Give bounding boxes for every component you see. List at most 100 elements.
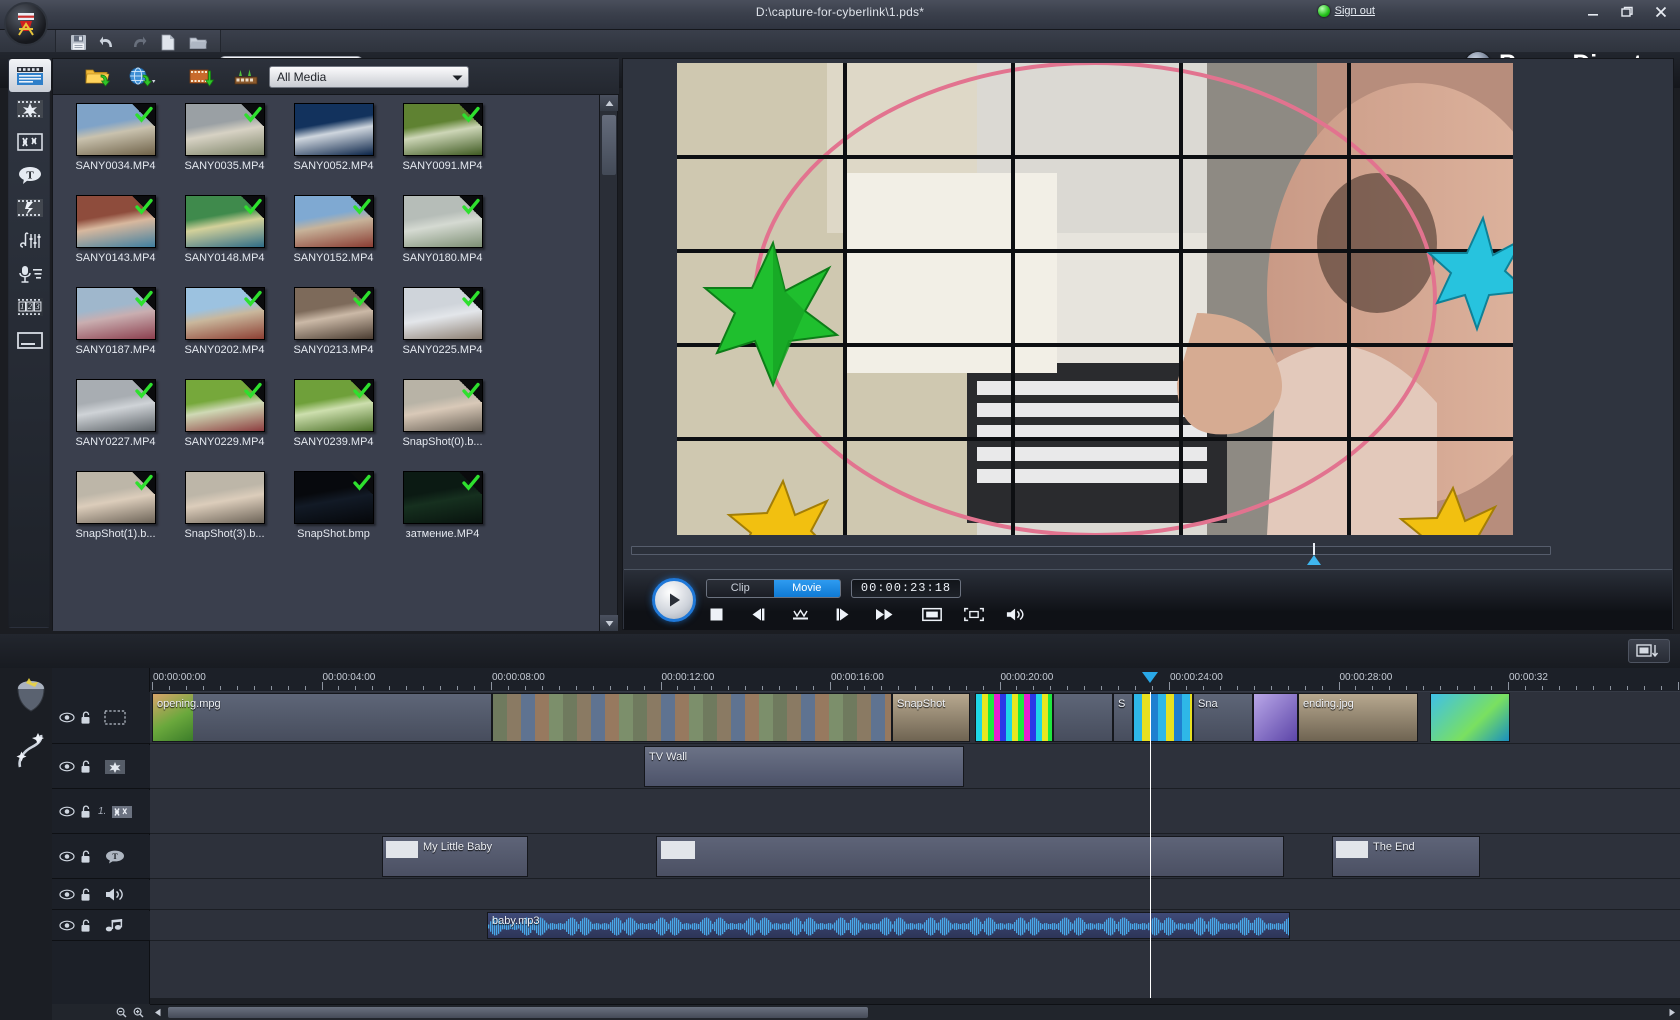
- sidebar-item-voice-over-room[interactable]: [9, 257, 51, 290]
- library-item[interactable]: SnapShot.bmp: [279, 471, 388, 559]
- sign-out-area[interactable]: Sign out: [1318, 5, 1375, 17]
- maximize-restore-button[interactable]: [1618, 3, 1636, 21]
- sidebar-item-chapter-room[interactable]: 1 2 3: [9, 290, 51, 323]
- media-filter-select[interactable]: All Media: [269, 66, 469, 88]
- magic-movie-wheel-icon[interactable]: [10, 674, 52, 720]
- library-item[interactable]: SANY0143.MP4: [61, 195, 170, 283]
- library-scrollbar[interactable]: [599, 95, 617, 631]
- media-library-grid[interactable]: SANY0034.MP4SANY0035.MP4SANY0052.MP4SANY…: [53, 95, 601, 631]
- track-lock-icon[interactable]: [80, 760, 93, 774]
- timeline-clip[interactable]: The End: [1332, 836, 1480, 877]
- track-lock-icon[interactable]: [80, 805, 93, 819]
- library-thumbnail[interactable]: [294, 287, 374, 340]
- magic-tools-icon[interactable]: [10, 730, 52, 776]
- library-item[interactable]: SANY0034.MP4: [61, 103, 170, 191]
- stop-button[interactable]: [706, 604, 726, 624]
- library-thumbnail[interactable]: [185, 471, 265, 524]
- add-video-to-timeline-icon[interactable]: [185, 63, 219, 91]
- track-visibility-icon[interactable]: [59, 761, 75, 772]
- timeline-display-mode-button[interactable]: [1628, 639, 1670, 663]
- track-header-title-track[interactable]: T: [52, 835, 150, 879]
- redo-icon[interactable]: [128, 33, 148, 53]
- open-project-icon[interactable]: [188, 33, 208, 53]
- track-visibility-icon[interactable]: [59, 920, 75, 931]
- import-media-folder-icon[interactable]: [81, 63, 115, 91]
- fast-forward-button[interactable]: [874, 604, 894, 624]
- track-visibility-icon[interactable]: [59, 889, 75, 900]
- library-thumbnail[interactable]: [403, 379, 483, 432]
- library-item[interactable]: SANY0213.MP4: [279, 287, 388, 375]
- minimize-button[interactable]: [1584, 3, 1602, 21]
- library-item[interactable]: SANY0035.MP4: [170, 103, 279, 191]
- library-thumbnail[interactable]: [403, 103, 483, 156]
- timeline-clip[interactable]: baby.mp3: [487, 912, 1290, 939]
- library-item[interactable]: SANY0225.MP4: [388, 287, 497, 375]
- scroll-down-icon[interactable]: [600, 615, 618, 631]
- timeline-horizontal-scrollbar[interactable]: [150, 1004, 1680, 1020]
- timeline-clip[interactable]: [975, 693, 1053, 742]
- clip-movie-toggle[interactable]: Clip Movie: [706, 579, 841, 598]
- track-visibility-icon[interactable]: [59, 712, 75, 723]
- timeline-clip[interactable]: [1133, 693, 1193, 742]
- clip-mode-button[interactable]: Clip: [707, 580, 774, 597]
- library-thumbnail[interactable]: [76, 287, 156, 340]
- library-item[interactable]: SANY0180.MP4: [388, 195, 497, 283]
- track-header-music-track[interactable]: [52, 911, 150, 941]
- timeline-track-voice-track[interactable]: [150, 880, 1680, 910]
- play-button[interactable]: [652, 578, 696, 622]
- library-item[interactable]: SANY0152.MP4: [279, 195, 388, 283]
- scroll-left-icon[interactable]: [150, 1005, 166, 1020]
- next-frame-button[interactable]: [832, 604, 852, 624]
- track-header-effect-track[interactable]: [52, 745, 150, 789]
- library-thumbnail[interactable]: [294, 195, 374, 248]
- timeline-clip[interactable]: [656, 836, 1284, 877]
- scroll-up-icon[interactable]: [600, 95, 618, 111]
- library-item[interactable]: затмение.MP4: [388, 471, 497, 559]
- library-item[interactable]: SnapShot(3).b...: [170, 471, 279, 559]
- library-thumbnail[interactable]: [403, 471, 483, 524]
- app-logo[interactable]: [4, 2, 48, 46]
- library-thumbnail[interactable]: [76, 471, 156, 524]
- library-item[interactable]: SANY0148.MP4: [170, 195, 279, 283]
- add-color-board-icon[interactable]: [229, 63, 263, 91]
- library-thumbnail[interactable]: [403, 287, 483, 340]
- library-item[interactable]: SnapShot(0).b...: [388, 379, 497, 467]
- track-lock-icon[interactable]: [80, 711, 93, 725]
- track-lock-icon[interactable]: [80, 850, 93, 864]
- undo-icon[interactable]: [98, 33, 118, 53]
- sidebar-item-effect-room[interactable]: [9, 92, 51, 125]
- timeline-clip[interactable]: Sna: [1193, 693, 1253, 742]
- track-lock-icon[interactable]: [80, 888, 93, 902]
- track-lock-icon[interactable]: [80, 919, 93, 933]
- library-thumbnail[interactable]: [185, 379, 265, 432]
- sidebar-item-transition-room[interactable]: [9, 191, 51, 224]
- sidebar-item-pip-object-room[interactable]: [9, 125, 51, 158]
- timeline-clip[interactable]: TV Wall: [644, 746, 964, 787]
- zoom-in-icon[interactable]: [133, 1007, 144, 1018]
- library-thumbnail[interactable]: [185, 103, 265, 156]
- timeline-clip[interactable]: [1253, 693, 1298, 742]
- movie-mode-button[interactable]: Movie: [774, 580, 841, 597]
- display-mode-button[interactable]: [922, 604, 942, 624]
- library-item[interactable]: SANY0227.MP4: [61, 379, 170, 467]
- library-item[interactable]: SANY0052.MP4: [279, 103, 388, 191]
- timeline-clip[interactable]: [492, 693, 892, 742]
- track-header-video-track-1[interactable]: [52, 692, 150, 744]
- library-item[interactable]: SnapShot(1).b...: [61, 471, 170, 559]
- volume-button[interactable]: [1006, 604, 1026, 624]
- sidebar-item-media-room[interactable]: [9, 59, 51, 92]
- track-header-pip-track-1[interactable]: 1.: [52, 790, 150, 834]
- timeline-clip[interactable]: SnapShot: [892, 693, 970, 742]
- new-project-icon[interactable]: [158, 33, 178, 53]
- library-thumbnail[interactable]: [403, 195, 483, 248]
- library-item[interactable]: SANY0187.MP4: [61, 287, 170, 375]
- library-scroll-thumb[interactable]: [602, 115, 616, 175]
- close-button[interactable]: [1652, 3, 1670, 21]
- track-visibility-icon[interactable]: [59, 851, 75, 862]
- library-item[interactable]: SANY0202.MP4: [170, 287, 279, 375]
- library-thumbnail[interactable]: [76, 103, 156, 156]
- timeline-scroll-thumb[interactable]: [168, 1007, 868, 1018]
- preview-scrubber[interactable]: [631, 543, 1551, 559]
- chevron-down-icon[interactable]: [450, 71, 464, 85]
- preview-scrub-handle[interactable]: [1307, 555, 1321, 565]
